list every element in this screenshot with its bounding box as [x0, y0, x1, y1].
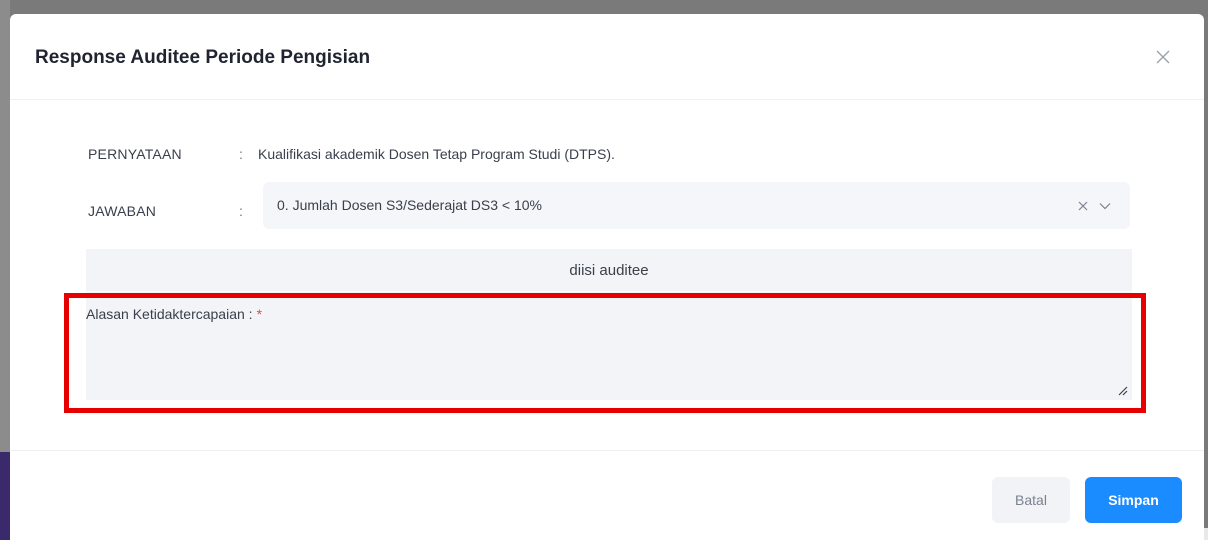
background-sidebar-strip [0, 452, 10, 540]
response-modal: Response Auditee Periode Pengisian PERNY… [10, 14, 1204, 540]
chevron-down-icon [1099, 203, 1111, 210]
save-button[interactable]: Simpan [1085, 477, 1182, 523]
cancel-button[interactable]: Batal [992, 477, 1070, 523]
section-banner-auditee: diisi auditee [86, 249, 1132, 291]
jawaban-selected-value: 0. Jumlah Dosen S3/Sederajat DS3 < 10% [277, 197, 542, 213]
modal-title: Response Auditee Periode Pengisian [35, 47, 371, 68]
jawaban-colon: : [239, 203, 243, 219]
modal-header: Response Auditee Periode Pengisian [10, 14, 1204, 100]
alasan-textarea[interactable] [86, 328, 1132, 400]
jawaban-select[interactable]: 0. Jumlah Dosen S3/Sederajat DS3 < 10% [263, 182, 1130, 229]
alasan-field: Alasan Ketidaktercapaian : * [86, 292, 1132, 400]
pernyataan-label: PERNYATAAN [88, 146, 182, 162]
close-button[interactable] [1150, 44, 1176, 70]
clear-icon [1078, 201, 1088, 211]
required-indicator: * [256, 306, 263, 322]
resize-handle-icon[interactable] [1116, 384, 1128, 396]
pernyataan-colon: : [239, 146, 243, 162]
alasan-label-text: Alasan Ketidaktercapaian : [86, 306, 253, 322]
modal-footer: Batal Simpan [10, 450, 1204, 540]
jawaban-label: JAWABAN [88, 203, 157, 219]
select-clear-button[interactable] [1073, 196, 1093, 216]
pernyataan-value: Kualifikasi akademik Dosen Tetap Program… [258, 146, 615, 162]
alasan-label: Alasan Ketidaktercapaian : * [86, 306, 262, 322]
close-icon [1156, 50, 1170, 64]
select-dropdown-toggle[interactable] [1095, 196, 1115, 216]
section-banner-label: diisi auditee [569, 261, 649, 279]
